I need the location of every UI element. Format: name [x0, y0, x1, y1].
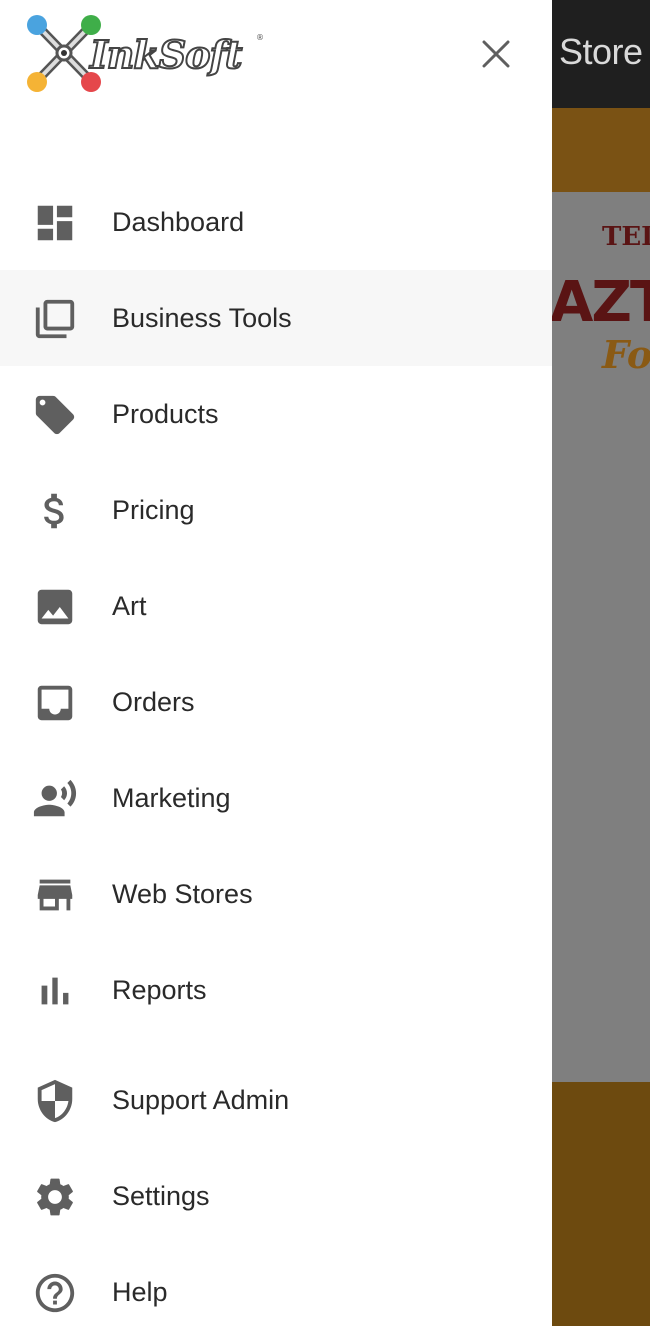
- nav-item-support-admin[interactable]: Support Admin: [0, 1052, 552, 1148]
- svg-text:®: ®: [256, 33, 264, 42]
- dollar-icon: [32, 488, 78, 534]
- bar-chart-icon: [32, 968, 78, 1014]
- shield-icon: [32, 1078, 78, 1124]
- background-footer: [552, 1082, 650, 1326]
- nav-item-reports[interactable]: Reports: [0, 942, 552, 1038]
- nav-label: Dashboard: [112, 207, 245, 237]
- nav-label: Orders: [112, 687, 195, 717]
- nav-label: Pricing: [112, 495, 195, 525]
- help-circle-icon: [32, 1270, 78, 1316]
- close-icon[interactable]: [476, 34, 516, 74]
- inbox-icon: [32, 680, 78, 726]
- nav-item-art[interactable]: Art: [0, 558, 552, 654]
- dashboard-icon: [32, 200, 78, 246]
- hero-text-line1: TEI: [602, 222, 650, 252]
- nav-item-settings[interactable]: Settings: [0, 1148, 552, 1244]
- image-icon: [32, 584, 78, 630]
- nav-label: Business Tools: [112, 303, 292, 333]
- navigation-drawer: InkSoft ® Dashboard Business Tools Produ…: [0, 0, 552, 1326]
- svg-text:InkSoft: InkSoft: [89, 32, 243, 77]
- nav-label: Reports: [112, 975, 207, 1005]
- nav-item-pricing[interactable]: Pricing: [0, 462, 552, 558]
- nav-item-products[interactable]: Products: [0, 366, 552, 462]
- nav-label: Support Admin: [112, 1085, 290, 1115]
- nav-label: Web Stores: [112, 879, 253, 909]
- nav-item-web-stores[interactable]: Web Stores: [0, 846, 552, 942]
- hero-image: TEI AZT Fo: [552, 192, 650, 1082]
- tag-icon: [32, 392, 78, 438]
- hero-text-line3: Fo: [602, 332, 650, 377]
- store-icon: [32, 872, 78, 918]
- nav-item-marketing[interactable]: Marketing: [0, 750, 552, 846]
- hero-text-line2: AZT: [552, 270, 650, 335]
- nav-label: Art: [112, 591, 147, 621]
- gear-icon: [32, 1174, 78, 1220]
- background-page: Store TEI AZT Fo: [552, 0, 650, 1326]
- store-title: Store: [559, 31, 643, 72]
- record-voice-icon: [32, 776, 78, 822]
- background-banner: [552, 108, 650, 192]
- nav-label: Settings: [112, 1181, 210, 1211]
- library-icon: [32, 296, 78, 342]
- nav-item-business-tools[interactable]: Business Tools: [0, 270, 552, 366]
- background-topbar: Store: [552, 0, 650, 108]
- nav-label: Products: [112, 399, 219, 429]
- inksoft-logo[interactable]: InkSoft ®: [22, 12, 267, 96]
- nav-label: Marketing: [112, 783, 231, 813]
- nav-item-dashboard[interactable]: Dashboard: [0, 174, 552, 270]
- nav-item-orders[interactable]: Orders: [0, 654, 552, 750]
